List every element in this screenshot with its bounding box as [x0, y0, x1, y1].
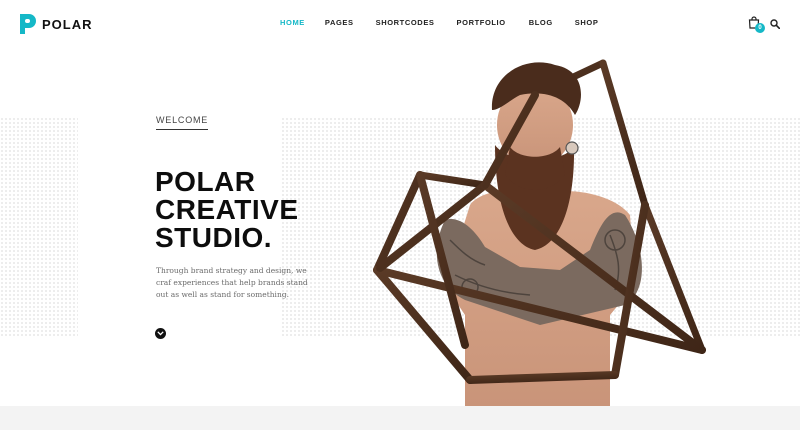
scroll-down-button[interactable]: [155, 328, 166, 339]
nav-item-home[interactable]: HOME: [280, 18, 305, 27]
cart-count-badge: 0: [755, 23, 765, 33]
nav-item-pages[interactable]: PAGES: [325, 18, 354, 27]
main-nav: HOME PAGES SHORTCODES PORTFOLIO BLOG SHO…: [280, 18, 598, 27]
site-header: POLAR HOME PAGES SHORTCODES PORTFOLIO BL…: [0, 0, 800, 48]
headline-line: POLAR: [155, 166, 256, 197]
cart-button[interactable]: 0: [748, 16, 766, 34]
headline-line: CREATIVE: [155, 194, 299, 225]
next-section-strip: [0, 406, 800, 430]
nav-item-shortcodes[interactable]: SHORTCODES: [376, 18, 435, 27]
logo-p-icon: [20, 14, 36, 34]
hero-eyebrow: WELCOME: [156, 115, 209, 130]
hero-headline: POLAR CREATIVE STUDIO.: [155, 168, 299, 252]
dot-pattern-left: [0, 117, 78, 337]
logo-text: POLAR: [42, 16, 93, 32]
hero-image: [373, 59, 706, 407]
search-button[interactable]: [770, 16, 782, 30]
nav-item-blog[interactable]: BLOG: [529, 18, 553, 27]
headline-line: STUDIO.: [155, 222, 273, 253]
nav-item-shop[interactable]: SHOP: [575, 18, 599, 27]
nav-item-portfolio[interactable]: PORTFOLIO: [457, 18, 506, 27]
hero-tagline: Through brand strategy and design, we cr…: [156, 266, 308, 299]
page: POLAR HOME PAGES SHORTCODES PORTFOLIO BL…: [0, 0, 800, 430]
chevron-down-circle-icon: [157, 331, 164, 336]
search-icon: [770, 19, 781, 30]
logo[interactable]: POLAR: [20, 14, 93, 34]
